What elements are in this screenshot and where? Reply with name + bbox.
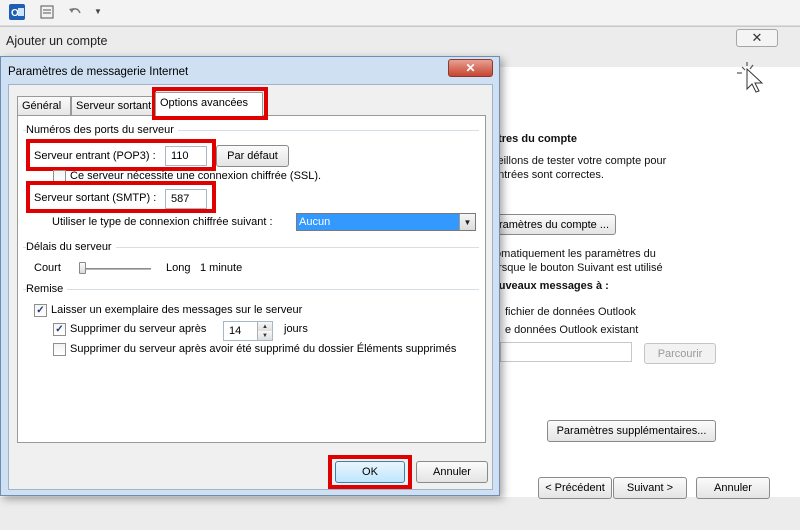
timeout-slider-track[interactable]	[79, 268, 151, 270]
test-account-settings-button[interactable]: paramètres du compte ...	[484, 214, 616, 235]
remove-after-label: Supprimer du serveur après	[70, 323, 207, 335]
ssl-label: Ce serveur nécessite une connexion chiff…	[70, 170, 322, 182]
encryption-type-label: Utiliser le type de connexion chiffrée s…	[52, 216, 273, 228]
deliver-new-messages-label: ouveaux messages à :	[492, 280, 609, 292]
check-icon: ✓	[55, 323, 64, 335]
delivery-group-line	[23, 289, 479, 290]
customize-icon[interactable]: ▼	[94, 7, 110, 23]
ssl-checkbox[interactable]	[53, 170, 66, 183]
delivery-group-label: Remise	[26, 283, 68, 295]
close-icon[interactable]: ✕	[736, 29, 778, 47]
ports-group-label: Numéros des ports du serveur	[26, 124, 178, 136]
svg-text:O: O	[11, 8, 19, 19]
timeout-value: 1 minute	[200, 262, 243, 274]
test-text-line2: entrées sont correctes.	[492, 169, 604, 181]
bg-cancel-button[interactable]: Annuler	[696, 477, 770, 499]
spin-down-icon[interactable]: ▼	[257, 331, 272, 340]
ok-button[interactable]: OK	[335, 461, 405, 483]
default-ports-button[interactable]: Par défaut	[216, 145, 289, 167]
tab-outgoing-server[interactable]: Serveur sortant	[71, 96, 155, 115]
outlook-icon[interactable]: O	[9, 4, 25, 20]
days-label: jours	[284, 323, 308, 335]
dialog-cancel-button[interactable]: Annuler	[416, 461, 488, 483]
window-title: Ajouter un compte	[6, 34, 108, 48]
undo-icon[interactable]	[67, 4, 83, 20]
timeout-long-label: Long	[166, 262, 191, 274]
auto-test-line2: orsque le bouton Suivant est utilisé	[492, 262, 663, 274]
previous-button[interactable]: < Précédent	[538, 477, 612, 499]
leave-copy-label: Laisser un exemplaire des messages sur l…	[51, 304, 303, 316]
timeout-slider-thumb[interactable]	[79, 262, 86, 274]
incoming-port-input[interactable]: 110	[165, 146, 207, 166]
remove-after-days-spinner[interactable]: 14 ▲ ▼	[223, 321, 273, 341]
chevron-down-icon[interactable]: ▼	[459, 214, 475, 230]
encryption-type-value: Aucun	[299, 216, 331, 228]
outgoing-port-input[interactable]: 587	[165, 189, 207, 209]
quick-access-toolbar: O ▼	[0, 0, 800, 26]
data-file-path-field[interactable]	[500, 342, 632, 362]
more-settings-button[interactable]: Paramètres supplémentaires...	[547, 420, 716, 442]
spin-up-icon[interactable]: ▲	[257, 322, 272, 331]
tab-advanced[interactable]: Options avancées	[155, 92, 263, 116]
existing-outlook-file-option[interactable]: e données Outlook existant	[505, 324, 638, 336]
auto-test-line1: tomatiquement les paramètres du	[492, 248, 656, 260]
next-button[interactable]: Suivant >	[613, 477, 687, 499]
send-receive-icon[interactable]	[39, 4, 55, 20]
dialog-title: Paramètres de messagerie Internet	[8, 66, 189, 78]
timeout-group-label: Délais du serveur	[26, 241, 116, 253]
new-outlook-file-option[interactable]: fichier de données Outlook	[505, 306, 636, 318]
incoming-server-label: Serveur entrant (POP3) :	[34, 150, 156, 162]
wizard-cursor-icon	[736, 61, 770, 93]
tab-general[interactable]: Général	[17, 96, 71, 115]
internet-email-settings-dialog: Paramètres de messagerie Internet ✕ Géné…	[0, 56, 500, 496]
close-icon[interactable]: ✕	[448, 59, 493, 77]
remove-deleted-checkbox[interactable]	[53, 343, 66, 356]
encryption-type-select[interactable]: Aucun ▼	[296, 213, 476, 231]
outgoing-server-label: Serveur sortant (SMTP) :	[34, 192, 157, 204]
remove-after-days-value[interactable]: 14	[229, 325, 241, 337]
check-icon: ✓	[36, 304, 45, 316]
remove-after-checkbox[interactable]: ✓	[53, 323, 66, 336]
leave-copy-checkbox[interactable]: ✓	[34, 304, 47, 317]
timeout-short-label: Court	[34, 262, 61, 274]
dialog-body: Général Serveur sortant Options avancées…	[8, 84, 493, 490]
test-text-line1: seillons de tester votre compte pour	[492, 155, 667, 167]
test-heading: ètres du compte	[492, 133, 577, 145]
remove-deleted-label: Supprimer du serveur après avoir été sup…	[70, 343, 457, 355]
browse-button[interactable]: Parcourir	[644, 343, 716, 364]
